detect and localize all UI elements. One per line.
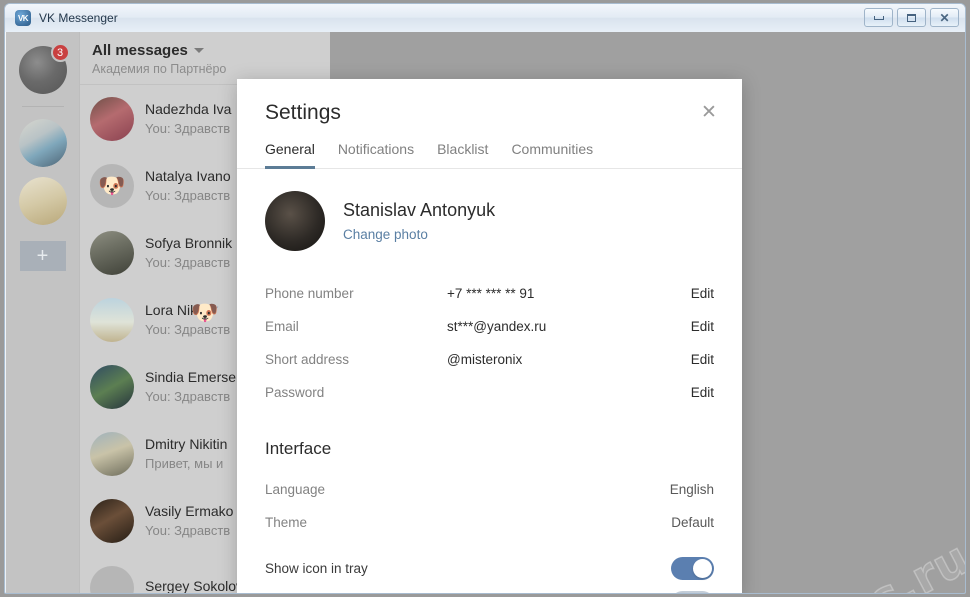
toggle-row: Start hidden in tray (265, 585, 714, 593)
interface-toggle-rows: Show icon in tray Start hidden in tray (265, 551, 714, 593)
app-root: VK VK Messenger ✕ 3 + All messages Акаде… (0, 0, 970, 597)
toggle-row: Show icon in tray (265, 551, 714, 585)
title-bar: VK VK Messenger ✕ (5, 4, 965, 32)
settings-row-label: Phone number (265, 286, 354, 301)
dialog-body: Stanislav Antonyuk Change photo Phone nu… (237, 169, 742, 593)
interface-row: Language English (265, 473, 714, 506)
unread-badge: 3 (50, 43, 70, 62)
settings-row-label: Short address (265, 352, 350, 367)
vk-logo-icon: VK (15, 10, 31, 26)
conversation-name-text: Sofya Bronnik (145, 235, 233, 251)
conversation-name-text: Dmitry Nikitin (145, 436, 228, 452)
tab-blacklist[interactable]: Blacklist (437, 141, 488, 169)
toggle-row-label: Show icon in tray (265, 561, 368, 576)
change-photo-link[interactable]: Change photo (343, 227, 495, 242)
settings-row-value: st***@yandex.ru (447, 319, 547, 334)
avatar (90, 498, 134, 543)
settings-row-value: @misteronix (447, 352, 523, 367)
toggle-label-text: Show icon in tray (265, 560, 368, 576)
placeholder-avatar-icon: 🐶 (98, 172, 126, 198)
account-rail: 3 + (6, 32, 80, 593)
avatar (90, 297, 134, 342)
interface-row-value[interactable]: Default (671, 515, 714, 530)
toggle-knob (693, 558, 712, 578)
folder-selector[interactable]: All messages (92, 42, 318, 59)
tab-communities[interactable]: Communities (511, 141, 593, 169)
interface-row: Theme Default (265, 506, 714, 539)
rail-account-tertiary[interactable] (18, 177, 67, 225)
interface-row-label: Theme (265, 515, 308, 530)
settings-row: Password Edit (265, 376, 714, 409)
client-area: 3 + All messages Академия по Партнёро Na… (6, 32, 965, 594)
rail-account-primary[interactable]: 3 (18, 43, 70, 94)
avatar (18, 119, 67, 167)
edit-link[interactable]: Edit (691, 352, 714, 367)
conversation-name-text: Natalya Ivano (145, 168, 231, 184)
rail-divider (21, 106, 64, 107)
account-settings-rows: Phone number +7 *** *** ** 91 Edit Email st*… (265, 277, 714, 409)
application-window: VK VK Messenger ✕ 3 + All messages Акаде… (4, 3, 966, 594)
conversation-name-text: Sindia Emerse (145, 369, 237, 385)
toggle-knob (673, 592, 692, 593)
interface-section-title: Interface (265, 439, 332, 458)
minimize-icon (873, 15, 884, 20)
account-subtitle: Академия по Партнёро (92, 62, 227, 76)
avatar: 🐶 (90, 163, 134, 208)
settings-row: Email st***@yandex.ru Edit (265, 310, 714, 343)
dialog-close-icon[interactable]: ✕ (696, 99, 722, 125)
profile-block: Stanislav Antonyuk Change photo (265, 191, 714, 251)
avatar: 🐶 (90, 300, 219, 593)
settings-row-value: +7 *** *** ** 91 (447, 286, 535, 301)
rail-account-secondary[interactable] (18, 119, 67, 167)
profile-avatar[interactable] (265, 191, 325, 251)
close-icon: ✕ (939, 10, 950, 25)
close-button[interactable]: ✕ (930, 8, 959, 27)
avatar (90, 431, 134, 476)
interface-row-value[interactable]: English (670, 482, 714, 497)
settings-dialog: Settings ✕ General Notifications Blacklist… (237, 79, 742, 593)
interface-settings-rows: Language English Theme Default (265, 473, 714, 539)
dialog-header: Settings ✕ (237, 79, 742, 125)
conversation-name-text: Sergey Sokolov (145, 577, 244, 594)
tab-notifications[interactable]: Notifications (338, 141, 414, 169)
profile-name: Stanislav Antonyuk (343, 200, 496, 220)
conversation-name-text: Nadezhda Iva (145, 101, 232, 117)
add-account-button[interactable]: + (19, 241, 66, 271)
settings-row: Short address @misteronix Edit (265, 343, 714, 376)
avatar (90, 230, 134, 275)
tab-general[interactable]: General (265, 141, 315, 169)
dialog-title: Settings (265, 101, 341, 124)
settings-row-label: Email (265, 319, 299, 334)
settings-row-label: Password (265, 385, 325, 400)
settings-row: Phone number +7 *** *** ** 91 Edit (265, 277, 714, 310)
avatar (90, 364, 134, 409)
dialog-tabs: General Notifications Blacklist Communities (237, 141, 742, 169)
avatar (18, 177, 67, 225)
toggle-switch[interactable] (671, 556, 714, 580)
maximize-icon (907, 13, 916, 22)
conversation-list-header: All messages Академия по Партнёро (80, 32, 330, 84)
conversation-name-text: Lora Nik (145, 302, 198, 318)
interface-row-label: Language (265, 482, 326, 497)
minimize-button[interactable] (864, 8, 893, 27)
edit-link[interactable]: Edit (691, 319, 714, 334)
chevron-down-icon (193, 48, 204, 53)
window-controls: ✕ (864, 8, 959, 27)
window-title: VK Messenger (39, 11, 118, 25)
profile-text: Stanislav Antonyuk Change photo (343, 200, 495, 242)
avatar (90, 96, 134, 141)
toggle-switch[interactable] (671, 590, 714, 593)
edit-link[interactable]: Edit (691, 385, 714, 400)
conversation-name-text: Vasily Ermako (145, 503, 234, 519)
folder-label: All messages (92, 42, 188, 59)
maximize-button[interactable] (897, 8, 926, 27)
edit-link[interactable]: Edit (691, 286, 714, 301)
